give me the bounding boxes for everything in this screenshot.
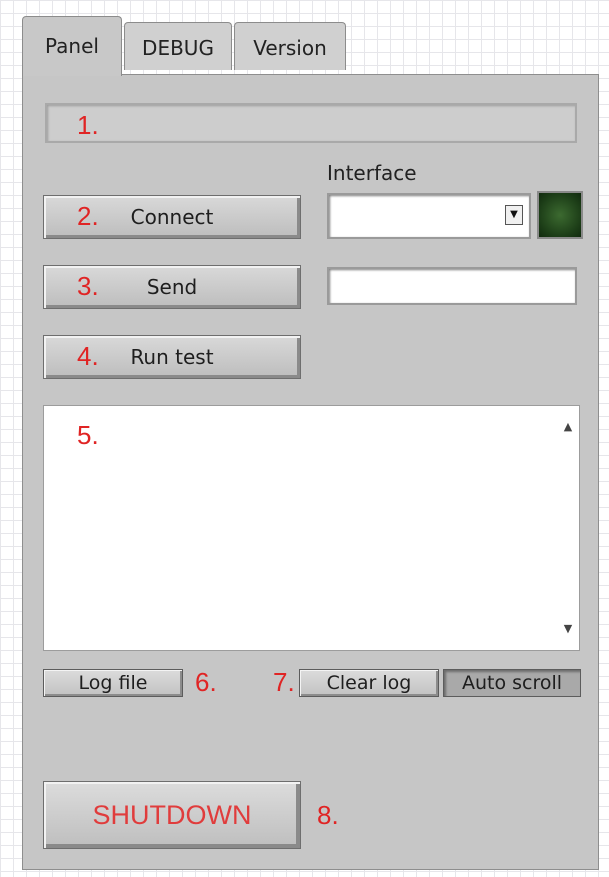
scroll-down-icon[interactable]: ▼	[557, 618, 579, 640]
tab-panel[interactable]: Panel	[22, 16, 122, 76]
shutdown-button[interactable]: SHUTDOWN	[43, 781, 301, 849]
log-file-button-label: Log file	[78, 672, 148, 694]
shutdown-button-label: SHUTDOWN	[92, 799, 252, 830]
auto-scroll-toggle[interactable]: Auto scroll	[443, 669, 581, 697]
connection-led-indicator	[537, 191, 583, 239]
scroll-up-icon[interactable]: ▲	[557, 416, 579, 438]
status-field	[45, 103, 577, 143]
marker-3: 3.	[77, 271, 99, 301]
run-test-button-label: Run test	[130, 345, 214, 369]
marker-1: 1.	[77, 110, 99, 140]
marker-8: 8.	[317, 800, 339, 830]
marker-7: 7.	[273, 667, 295, 697]
interface-dropdown[interactable]: ▼	[327, 193, 531, 239]
connect-button-label: Connect	[130, 205, 214, 229]
marker-5: 5.	[77, 420, 99, 450]
interface-label: Interface	[327, 161, 417, 185]
panel-content: 1. Connect 2. Interface ▼ Send 3. Run te…	[22, 74, 599, 870]
clear-log-button-label: Clear log	[326, 672, 412, 694]
send-button-label: Send	[146, 275, 198, 299]
auto-scroll-toggle-label: Auto scroll	[461, 672, 563, 694]
dropdown-arrow-icon[interactable]: ▼	[505, 205, 523, 225]
tab-version[interactable]: Version	[234, 22, 346, 70]
clear-log-button[interactable]: Clear log	[299, 669, 439, 697]
send-input[interactable]	[327, 267, 577, 305]
log-scrollbar[interactable]: ▲ ▼	[557, 406, 579, 650]
marker-4: 4.	[77, 341, 99, 371]
log-file-button[interactable]: Log file	[43, 669, 183, 697]
tab-debug[interactable]: DEBUG	[124, 22, 232, 70]
log-textarea[interactable]: ▲ ▼	[43, 405, 580, 651]
marker-6: 6.	[195, 667, 217, 697]
marker-2: 2.	[77, 201, 99, 231]
